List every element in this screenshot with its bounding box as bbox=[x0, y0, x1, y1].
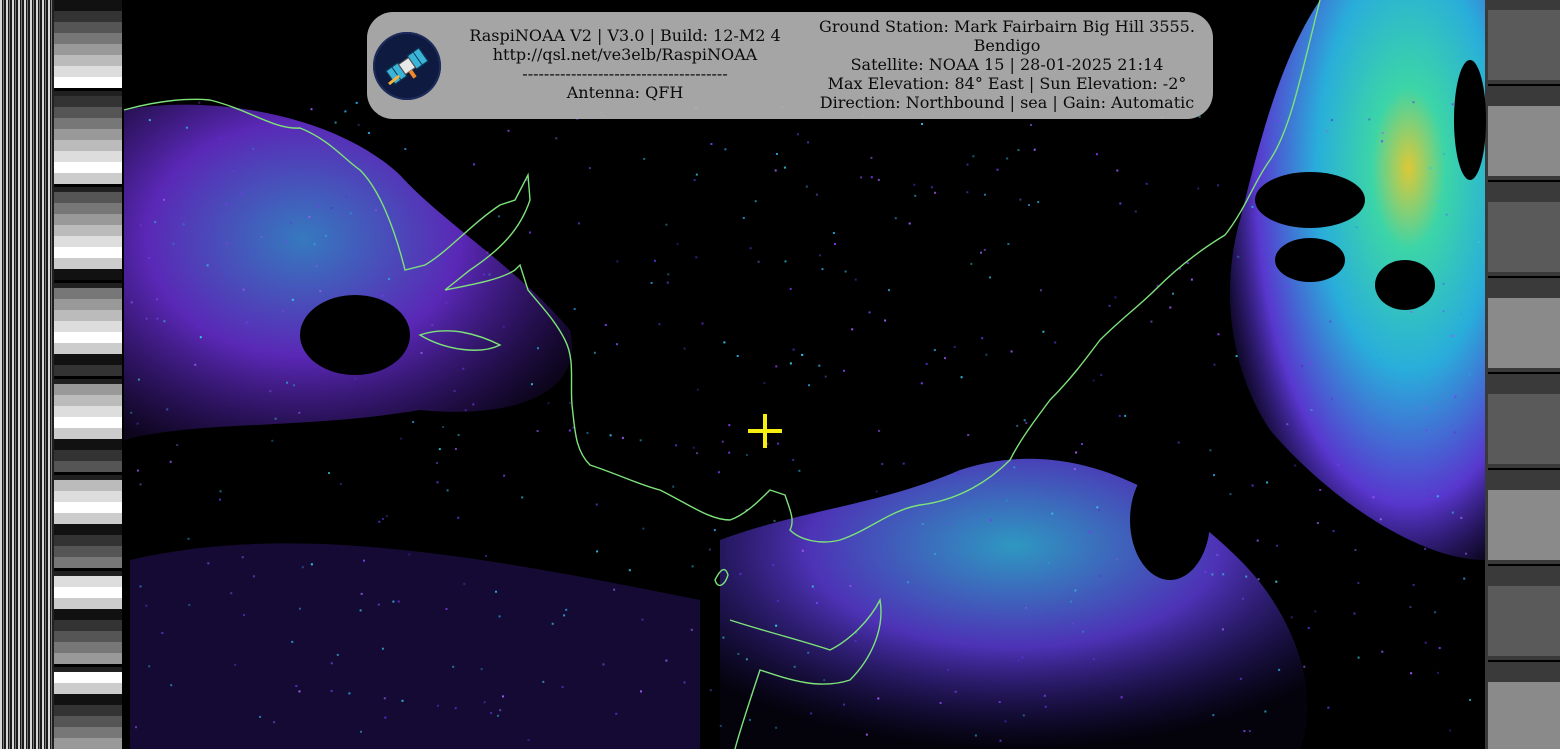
separator-line: -------------------------------------- bbox=[522, 64, 728, 83]
antenna-info: Antenna: QFH bbox=[566, 83, 684, 102]
pass-details: Ground Station: Mark Fairbairn Big Hill … bbox=[807, 17, 1207, 112]
ground-station: Ground Station: Mark Fairbairn Big Hill … bbox=[819, 17, 1195, 36]
satellite-icon bbox=[373, 32, 441, 100]
project-url: http://qsl.net/ve3elb/RaspiNOAA bbox=[492, 45, 758, 64]
telemetry-strip-left bbox=[0, 0, 122, 749]
crosshair-icon bbox=[748, 414, 782, 448]
software-info: RaspiNOAA V2 | V3.0 | Build: 12-M2 4 htt… bbox=[455, 26, 795, 102]
ground-station-city: Bendigo bbox=[973, 36, 1041, 55]
elevation-info: Max Elevation: 84° East | Sun Elevation:… bbox=[827, 74, 1187, 93]
direction-gain: Direction: Northbound | sea | Gain: Auto… bbox=[819, 93, 1195, 112]
satellite-datetime: Satellite: NOAA 15 | 28-01-2025 21:14 bbox=[850, 55, 1164, 74]
pass-info-overlay: RaspiNOAA V2 | V3.0 | Build: 12-M2 4 htt… bbox=[367, 12, 1213, 119]
software-version: RaspiNOAA V2 | V3.0 | Build: 12-M2 4 bbox=[469, 26, 781, 45]
telemetry-strip-right bbox=[1485, 0, 1560, 749]
